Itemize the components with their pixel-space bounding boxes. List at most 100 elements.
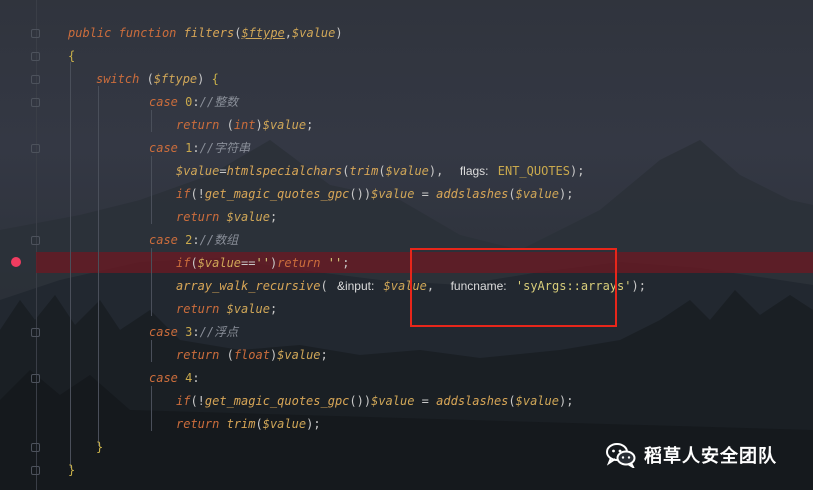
- watermark-text: 稻草人安全团队: [644, 446, 777, 467]
- code-token: (: [378, 164, 386, 178]
- code-line[interactable]: case 0://整数: [149, 93, 238, 111]
- code-line[interactable]: return $value;: [176, 300, 277, 318]
- indent-guide: [151, 340, 152, 362]
- code-token: =: [414, 187, 437, 201]
- code-token: //: [199, 233, 215, 247]
- code-token: :: [192, 233, 200, 247]
- code-token: addslashes: [436, 394, 509, 408]
- highlight-box: [410, 248, 617, 327]
- fold-icon[interactable]: [31, 52, 40, 61]
- code-token: :: [192, 325, 200, 339]
- code-token: case: [149, 95, 178, 109]
- fold-icon[interactable]: [31, 29, 40, 38]
- code-token: $ftype: [153, 72, 198, 86]
- code-token: $value: [277, 348, 321, 362]
- code-token: return: [176, 302, 220, 316]
- code-token: );: [306, 417, 321, 431]
- code-token: get_magic_quotes_gpc: [204, 187, 350, 201]
- code-token: $value: [226, 210, 270, 224]
- code-token: int: [233, 118, 256, 132]
- code-line[interactable]: return $value;: [176, 208, 277, 226]
- code-token: }: [68, 463, 76, 477]
- code-line[interactable]: return (int)$value;: [176, 116, 313, 134]
- indent-guide: [98, 86, 99, 446]
- code-line[interactable]: if(!get_magic_quotes_gpc())$value = adds…: [176, 392, 573, 410]
- code-token: ==: [241, 256, 256, 270]
- code-line[interactable]: public function filters($ftype,$value): [68, 24, 343, 42]
- code-line[interactable]: return trim($value);: [176, 415, 321, 433]
- code-token: '': [327, 256, 343, 270]
- code-line[interactable]: if($value=='')return '';: [176, 254, 349, 272]
- code-token: ;: [320, 348, 328, 362]
- parameter-hint: flags:: [459, 164, 489, 178]
- breakpoint-icon[interactable]: [11, 257, 21, 267]
- fold-icon[interactable]: [31, 144, 40, 153]
- indent-guide: [151, 156, 152, 224]
- code-token: :: [192, 141, 200, 155]
- code-line[interactable]: }: [96, 438, 103, 456]
- code-token: $value: [226, 302, 270, 316]
- code-line[interactable]: case 2://数组: [149, 231, 238, 249]
- code-token: (: [255, 417, 263, 431]
- code-token: case: [149, 371, 178, 385]
- code-token: get_magic_quotes_gpc: [204, 394, 350, 408]
- code-token: return: [176, 348, 220, 362]
- code-token: case: [149, 325, 178, 339]
- code-token: return: [176, 417, 220, 431]
- fold-icon[interactable]: [31, 98, 40, 107]
- code-token: case: [149, 233, 178, 247]
- code-token: ;: [342, 256, 350, 270]
- code-token: (: [508, 187, 516, 201]
- code-line[interactable]: case 4:: [149, 369, 200, 387]
- code-line[interactable]: switch ($ftype) {: [96, 70, 219, 88]
- code-token: );: [570, 164, 585, 178]
- fold-icon[interactable]: [31, 236, 40, 245]
- fold-icon[interactable]: [31, 75, 40, 84]
- fold-icon[interactable]: [31, 466, 40, 475]
- code-line[interactable]: return (float)$value;: [176, 346, 328, 364]
- code-token: {: [68, 49, 76, 63]
- indent-guide: [151, 248, 152, 316]
- fold-icon[interactable]: [31, 443, 40, 452]
- code-token: if: [176, 394, 191, 408]
- code-token: :: [192, 371, 200, 385]
- code-token: );: [558, 187, 574, 201]
- code-line[interactable]: {: [68, 47, 75, 65]
- code-token: ;: [306, 118, 314, 132]
- code-token: trim: [349, 164, 379, 178]
- code-line[interactable]: $value=htmlspecialchars(trim($value), fl…: [176, 162, 584, 180]
- code-token: return: [176, 118, 220, 132]
- code-token: case: [149, 141, 178, 155]
- code-token: $value: [515, 187, 559, 201]
- wechat-icon: [606, 443, 636, 468]
- code-token: $ftype: [241, 26, 285, 40]
- code-token: switch: [96, 72, 140, 86]
- code-line[interactable]: case 1://字符串: [149, 139, 250, 157]
- fold-icon[interactable]: [31, 374, 40, 383]
- code-token: =: [414, 394, 437, 408]
- fold-icon[interactable]: [31, 328, 40, 337]
- code-token: if: [176, 256, 191, 270]
- code-token: $value: [197, 256, 242, 270]
- code-token: if: [176, 187, 191, 201]
- code-token: }: [96, 440, 104, 454]
- code-token: $value: [515, 394, 559, 408]
- code-line[interactable]: if(!get_magic_quotes_gpc())$value = adds…: [176, 185, 573, 203]
- indent-guide: [151, 386, 152, 431]
- code-token: ): [335, 26, 343, 40]
- code-token: $value: [262, 118, 307, 132]
- code-token: $value: [262, 417, 307, 431]
- code-token: $value: [371, 187, 415, 201]
- code-token: 浮点: [214, 325, 239, 339]
- code-line[interactable]: }: [68, 461, 75, 479]
- code-token: 整数: [214, 95, 239, 109]
- code-token: //: [199, 95, 215, 109]
- code-token: ()): [349, 187, 372, 201]
- code-token: ;: [269, 302, 278, 316]
- code-line[interactable]: case 3://浮点: [149, 323, 238, 341]
